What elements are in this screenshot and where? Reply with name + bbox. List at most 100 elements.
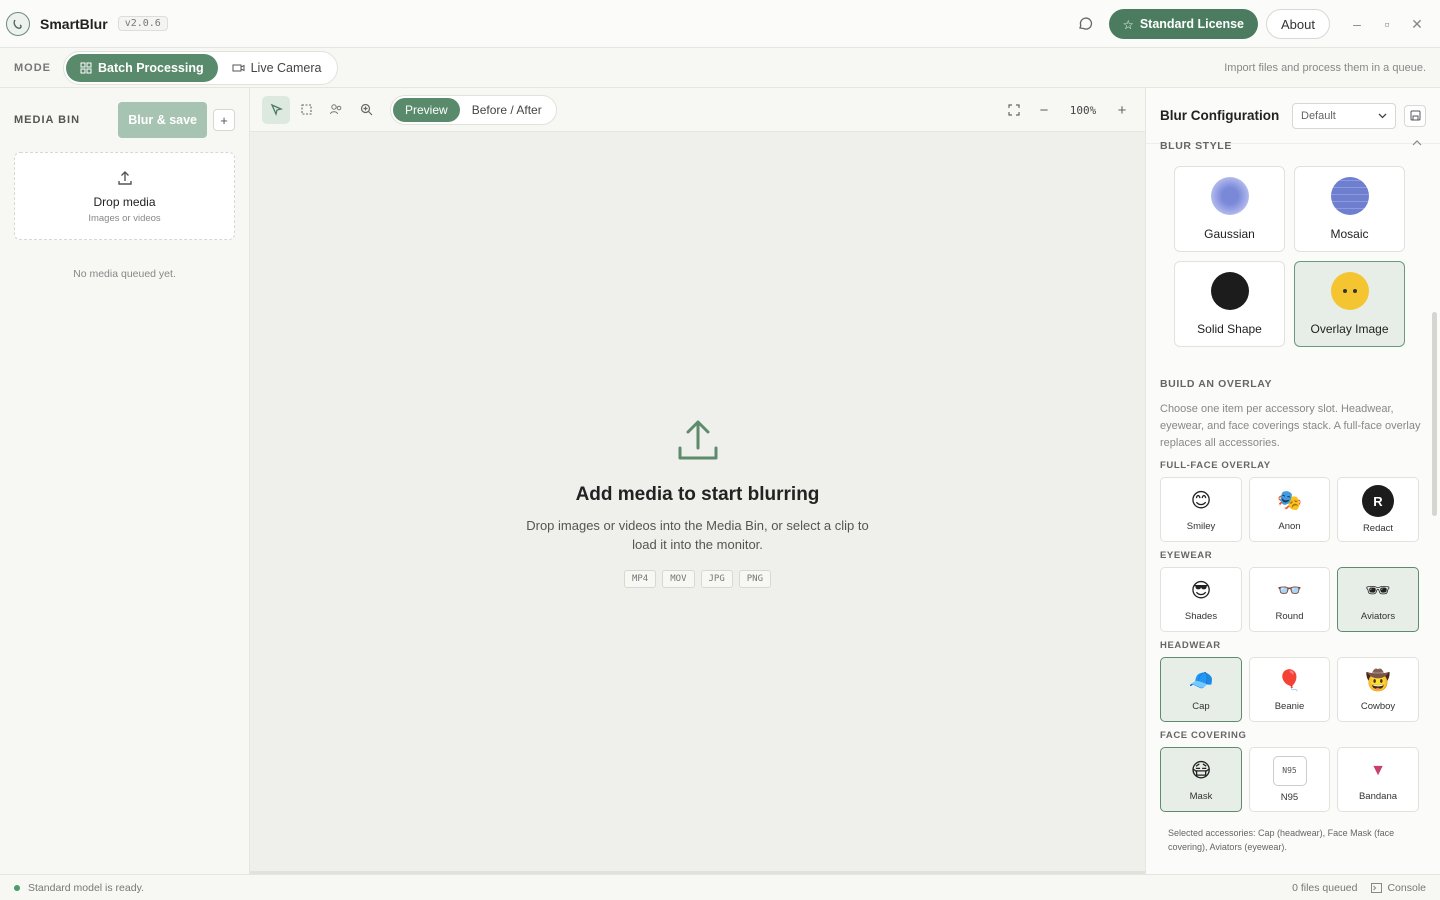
empty-monitor-description: Drop images or videos into the Media Bin… <box>526 518 869 552</box>
live-camera-tab[interactable]: Live Camera <box>218 54 336 82</box>
headwear-label: HEADWEAR <box>1160 640 1221 651</box>
empty-queue-note: No media queued yet. <box>73 268 176 280</box>
preview-tab[interactable]: Preview <box>393 97 460 122</box>
eyewear-grid: 😎 Shades 👓 Round 🕶 Aviators <box>1160 567 1422 632</box>
monitor-canvas[interactable]: Add media to start blurring Drop images … <box>250 132 1145 874</box>
eyewear-item-label: Round <box>1275 611 1304 622</box>
overlay-smiley[interactable]: 😊 Smiley <box>1160 477 1242 542</box>
console-button[interactable]: Console <box>1371 882 1426 894</box>
chevron-down-icon <box>1378 113 1387 118</box>
monitor-area: Preview Before / After − 100% + Add medi… <box>250 88 1145 874</box>
blur-style-grid: Gaussian Mosaic Solid Shape Overlay Imag… <box>1174 166 1405 347</box>
app-name: SmartBlur <box>40 15 108 32</box>
title-bar: SmartBlur v2.0.6 ☆ Standard License Abou… <box>0 0 1440 48</box>
close-icon[interactable]: ✕ <box>1402 9 1432 39</box>
chevron-up-icon[interactable] <box>1412 140 1422 146</box>
console-icon <box>1371 882 1383 893</box>
blur-configuration-title: Blur Configuration <box>1160 108 1280 123</box>
overlay-label: Redact <box>1362 523 1394 534</box>
region-select-icon[interactable] <box>292 96 320 124</box>
view-mode-switch: Preview Before / After <box>390 94 557 125</box>
camera-icon <box>232 64 245 71</box>
maximize-icon[interactable]: ▫ <box>1372 9 1402 39</box>
queue-count: 0 files queued <box>1292 881 1358 894</box>
monitor-toolbar: Preview Before / After − 100% + <box>250 88 1145 132</box>
smiley-icon: 😊 <box>1190 490 1212 512</box>
build-overlay-section: BUILD AN OVERLAY Choose one item per acc… <box>1160 378 1422 854</box>
headwear-item-label: Cowboy <box>1360 701 1396 712</box>
style-solid-shape[interactable]: Solid Shape <box>1174 261 1285 347</box>
build-overlay-description: Choose one item per accessory slot. Head… <box>1160 403 1421 449</box>
aviators-icon: 🕶 <box>1365 580 1391 602</box>
mosaic-swatch-icon <box>1330 177 1369 215</box>
zoom-level: 100% <box>1069 103 1097 117</box>
format-badge: MP4 <box>623 570 657 588</box>
mode-switch: Batch Processing Live Camera <box>63 50 339 85</box>
format-badge: JPG <box>700 570 733 588</box>
zoom-tool-icon[interactable] <box>352 96 380 124</box>
license-label: Standard License <box>1139 17 1245 31</box>
media-bin-panel: MEDIA BIN Blur & save + Drop media Image… <box>0 88 250 874</box>
chat-icon[interactable] <box>1077 16 1093 32</box>
minimize-icon[interactable]: – <box>1342 9 1372 39</box>
style-label: Mosaic <box>1330 227 1369 241</box>
grid-icon <box>80 62 92 73</box>
n95-icon: N95 <box>1272 756 1307 786</box>
console-label: Console <box>1387 881 1426 894</box>
faces-tool-icon[interactable] <box>322 96 350 124</box>
cap-icon: 🧢 <box>1188 670 1214 692</box>
save-preset-icon[interactable] <box>1404 104 1426 127</box>
star-icon: ☆ <box>1122 17 1134 32</box>
eyewear-item-label: Aviators <box>1360 611 1396 622</box>
style-label: Solid Shape <box>1197 322 1262 336</box>
status-bar: Standard model is ready. 0 files queued … <box>0 874 1440 900</box>
about-button[interactable]: About <box>1266 9 1330 39</box>
add-media-button[interactable]: + <box>213 109 235 131</box>
overlay-label: Anon <box>1278 521 1301 532</box>
select-tool-icon[interactable] <box>262 95 290 124</box>
headwear-cowboy[interactable]: 🤠 Cowboy <box>1337 657 1419 722</box>
style-mosaic[interactable]: Mosaic <box>1294 166 1405 252</box>
zoom-in-icon[interactable]: + <box>1111 99 1133 121</box>
media-drop-zone[interactable]: Drop media Images or videos <box>14 152 235 240</box>
eyewear-label: EYEWEAR <box>1160 550 1213 561</box>
covering-mask[interactable]: 😷 Mask <box>1160 747 1242 812</box>
zoom-out-icon[interactable]: − <box>1033 99 1055 121</box>
style-label: Gaussian <box>1204 227 1255 241</box>
covering-bandana[interactable]: ▼ Bandana <box>1337 747 1419 812</box>
fullscreen-icon[interactable] <box>1003 99 1025 121</box>
eyewear-shades[interactable]: 😎 Shades <box>1160 567 1242 632</box>
drop-media-title: Drop media <box>93 194 156 209</box>
overlay-anon[interactable]: 🎭 Anon <box>1249 477 1330 542</box>
blur-and-save-button[interactable]: Blur & save <box>118 102 207 138</box>
batch-processing-tab[interactable]: Batch Processing <box>66 53 218 82</box>
preset-value: Default <box>1301 109 1336 122</box>
face-covering-label: FACE COVERING <box>1160 730 1247 741</box>
upload-icon <box>678 420 717 460</box>
standard-license-button[interactable]: ☆ Standard License <box>1108 9 1259 39</box>
headwear-beanie[interactable]: 🎈 Beanie <box>1249 657 1330 722</box>
upload-icon <box>117 170 132 185</box>
headwear-item-label: Beanie <box>1274 701 1305 712</box>
eyewear-item-label: Shades <box>1184 611 1218 622</box>
headwear-grid: 🧢 Cap 🎈 Beanie 🤠 Cowboy <box>1160 657 1422 722</box>
round-glasses-icon: 👓 <box>1277 580 1302 602</box>
beanie-icon: 🎈 <box>1277 670 1302 692</box>
eyewear-aviators[interactable]: 🕶 Aviators <box>1337 567 1419 632</box>
format-badge: PNG <box>738 570 772 588</box>
overlay-redact[interactable]: R Redact <box>1337 477 1419 542</box>
redact-icon: R <box>1362 485 1394 517</box>
config-scrollbar[interactable] <box>1432 312 1437 516</box>
mode-hint: Import files and process them in a queue… <box>1224 61 1426 74</box>
preset-select[interactable]: Default <box>1292 102 1396 129</box>
style-overlay-image[interactable]: Overlay Image <box>1294 261 1405 347</box>
status-message: Standard model is ready. <box>28 881 144 894</box>
mode-bar: MODE Batch Processing Live Camera Import… <box>0 48 1440 88</box>
smiley-swatch-icon <box>1330 272 1369 310</box>
mode-label: MODE <box>14 61 51 74</box>
headwear-cap[interactable]: 🧢 Cap <box>1160 657 1242 722</box>
style-gaussian[interactable]: Gaussian <box>1174 166 1285 252</box>
eyewear-round[interactable]: 👓 Round <box>1249 567 1330 632</box>
covering-n95[interactable]: N95 N95 <box>1249 747 1330 812</box>
before-after-tab[interactable]: Before / After <box>460 98 554 122</box>
